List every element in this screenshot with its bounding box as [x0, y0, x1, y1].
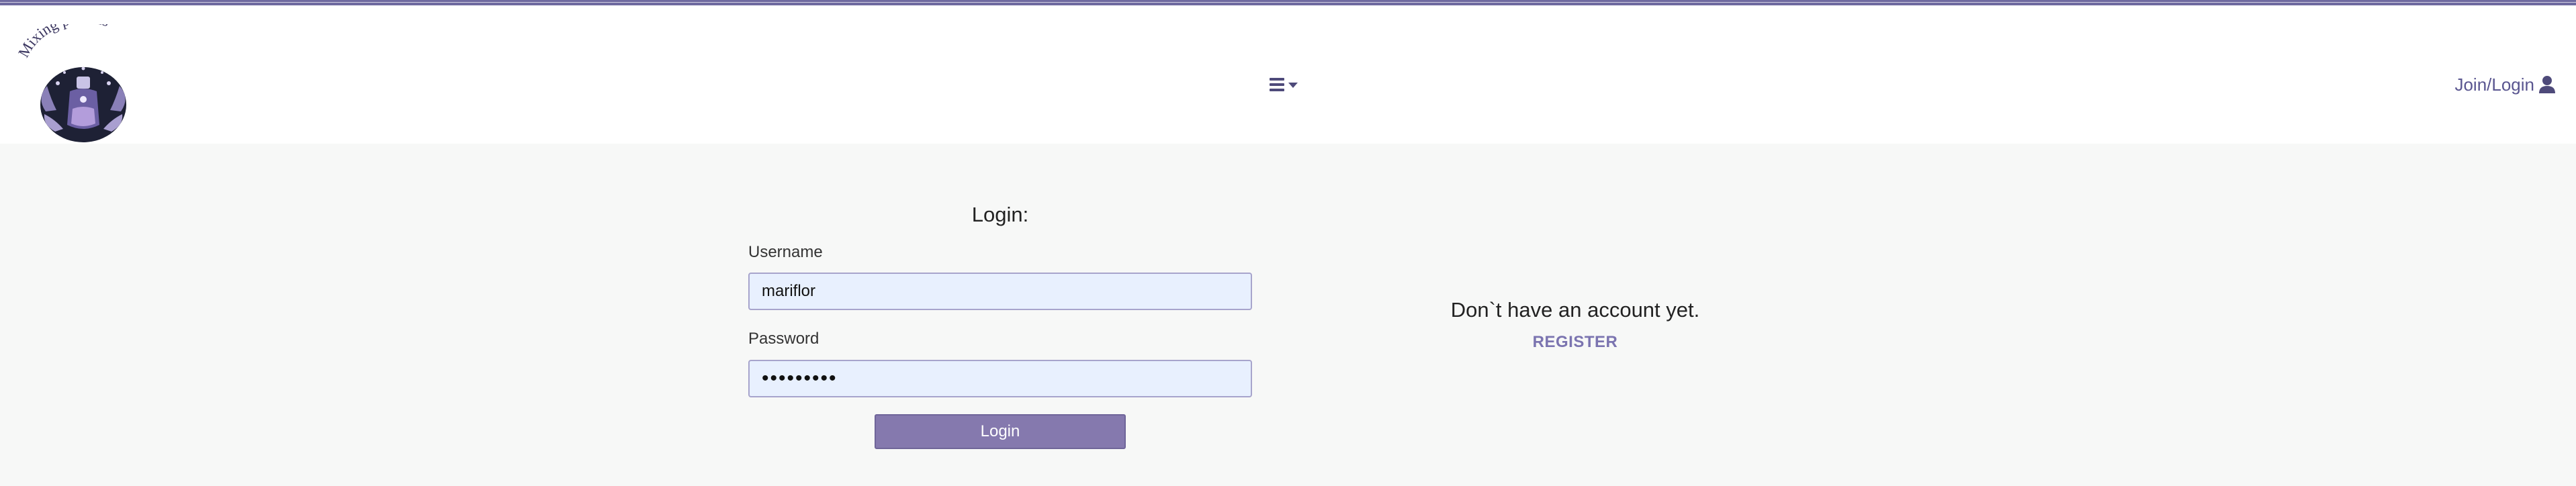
- menu-toggle-button[interactable]: [1270, 71, 1306, 98]
- navbar: Mixing potions Join/Login: [0, 5, 2576, 144]
- caret-down-icon: [1288, 83, 1298, 88]
- password-input[interactable]: [748, 360, 1252, 397]
- join-login-link[interactable]: Join/Login: [2454, 71, 2556, 98]
- password-label: Password: [748, 330, 819, 348]
- site-logo[interactable]: Mixing potions: [15, 9, 150, 146]
- join-login-label: Join/Login: [2454, 74, 2534, 95]
- username-label: Username: [748, 243, 823, 261]
- register-link[interactable]: REGISTER: [1377, 333, 1773, 352]
- top-accent-stripe: [0, 0, 2576, 5]
- username-input[interactable]: [748, 273, 1252, 310]
- login-button[interactable]: Login: [875, 414, 1126, 449]
- hamburger-menu-icon: [1270, 75, 1284, 94]
- user-icon: [2539, 76, 2555, 93]
- logo-text: Mixing potions: [16, 24, 112, 60]
- login-title: Login:: [971, 203, 1029, 226]
- no-account-text: Don`t have an account yet.: [1450, 298, 1700, 322]
